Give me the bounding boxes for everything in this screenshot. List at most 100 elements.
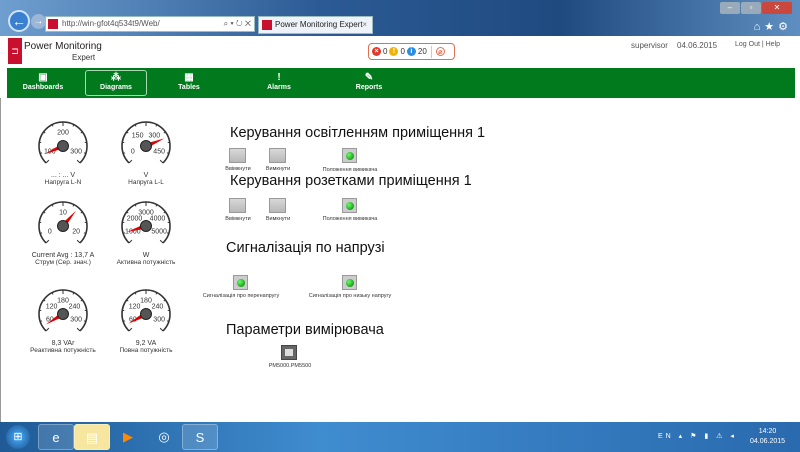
- clock[interactable]: 14:20 04.06.2015: [750, 427, 785, 447]
- maximize-button[interactable]: ▫: [741, 2, 761, 14]
- gauge-tick: [159, 159, 164, 164]
- username: supervisor: [631, 41, 668, 50]
- explorer-taskbar-icon[interactable]: ▤: [74, 424, 110, 450]
- gauge-tick-label: 300: [149, 132, 161, 139]
- gauge-hub: [140, 308, 152, 320]
- overvoltage-indicator: [233, 275, 248, 290]
- gauge-tick-label: 4000: [150, 215, 166, 222]
- nav-alarms[interactable]: ! Alarms: [248, 70, 310, 96]
- low-alarm-count: 20: [417, 46, 427, 56]
- sockets-on-button[interactable]: [229, 198, 246, 213]
- gauge-hub: [140, 220, 152, 232]
- gauge-tick: [40, 152, 43, 154]
- alarm-icon: !: [277, 72, 281, 83]
- gauge-tick: [80, 131, 83, 134]
- url-text: http://win-gfot4q534t9/Web/: [62, 19, 160, 28]
- lighting-off-label: Вимкнути: [265, 166, 291, 172]
- media-player-taskbar-icon[interactable]: ▶: [110, 424, 146, 450]
- ie-taskbar-icon[interactable]: e: [38, 424, 74, 450]
- nav-diagrams[interactable]: ⁂ Diagrams: [85, 70, 147, 96]
- logout-help-links[interactable]: Log Out | Help: [735, 41, 780, 48]
- home-icon[interactable]: ⌂: [754, 21, 765, 33]
- logo-icon: ⊐: [8, 38, 22, 64]
- gauge-tick-label: 200: [57, 130, 69, 137]
- gauge-tick-label: 150: [132, 132, 144, 139]
- skype-taskbar-icon[interactable]: S: [182, 424, 218, 450]
- sockets-status-indicator: [342, 198, 357, 213]
- nav-tables[interactable]: ▦ Tables: [158, 70, 220, 96]
- undervoltage-label: Сигналізація про низьку напругу: [308, 293, 392, 299]
- gauge-tick: [83, 320, 86, 322]
- gauge-tick-label: 2000: [127, 215, 143, 222]
- gauge-label: Повна потужність: [119, 347, 173, 354]
- star-icon[interactable]: ★: [764, 21, 778, 33]
- dashboard-icon: ▣: [38, 72, 48, 83]
- gauge-tick: [128, 239, 133, 244]
- gauge-tick: [76, 159, 81, 164]
- gauge-tick: [123, 152, 126, 154]
- gauge-tick: [128, 327, 133, 332]
- gauge-hub: [57, 140, 69, 152]
- gauge-tick: [159, 327, 164, 332]
- lighting-on-label: Ввімкнути: [225, 166, 251, 172]
- favicon-icon: [262, 20, 272, 30]
- forward-button[interactable]: →: [31, 14, 46, 29]
- address-bar[interactable]: http://win-gfot4q534t9/Web/ ⌕ ▾ ↻ ✕: [45, 16, 255, 32]
- sockets-off-button[interactable]: [269, 198, 286, 213]
- sockets-title: Керування розетками приміщення 1: [230, 173, 472, 189]
- favicon-icon: [48, 19, 58, 29]
- system-tray[interactable]: EN ▴ ⚑ ▮ ⚠ ◂: [658, 432, 737, 440]
- gauge-tick: [43, 131, 46, 134]
- gauge-tick-label: 180: [57, 298, 69, 305]
- gauge-hub: [57, 308, 69, 320]
- gauge-tick: [163, 299, 166, 302]
- lighting-on-button[interactable]: [229, 148, 246, 163]
- alarm-summary[interactable]: × 0 ! 0 i 20 ⌀: [368, 43, 455, 60]
- lighting-off-button[interactable]: [269, 148, 286, 163]
- close-button[interactable]: ✕: [762, 2, 792, 14]
- back-button[interactable]: ←: [8, 10, 30, 32]
- gauge-value: 8,3 VAr: [51, 340, 75, 347]
- browser-chrome: ← → http://win-gfot4q534t9/Web/ ⌕ ▾ ↻ ✕ …: [0, 0, 800, 36]
- high-alarm-icon: ×: [372, 47, 381, 56]
- address-tools[interactable]: ⌕ ▾ ↻ ✕: [224, 17, 251, 31]
- gauge-tick-label: 450: [153, 148, 165, 155]
- gauge-tick: [45, 239, 50, 244]
- minimize-button[interactable]: –: [720, 2, 740, 14]
- gauge-tick: [128, 159, 133, 164]
- gauge-tick: [83, 152, 86, 154]
- gauge-tick: [80, 299, 83, 302]
- gauge-tick-label: 20: [72, 228, 80, 235]
- meter-device-button[interactable]: [281, 345, 297, 360]
- browser-tab[interactable]: Power Monitoring Expert ×: [258, 16, 373, 34]
- gauge-tick: [40, 320, 43, 322]
- gauge-hub: [140, 140, 152, 152]
- gauge-tick: [163, 211, 166, 214]
- overvoltage-label: Сигналізація про перенапругу: [202, 293, 280, 299]
- sockets-off-label: Вимкнути: [265, 216, 291, 222]
- start-button[interactable]: ⊞: [6, 425, 30, 449]
- gauge-tick-label: 5000: [151, 228, 167, 235]
- gauge-tick: [80, 211, 83, 214]
- nav-dashboards[interactable]: ▣ Dashboards: [12, 70, 74, 96]
- brand-title: Power Monitoring: [24, 41, 102, 52]
- medium-alarm-icon: !: [389, 47, 399, 56]
- tab-title: Power Monitoring Expert: [275, 20, 363, 29]
- info-alarm-icon: i: [406, 47, 416, 56]
- apparent-power-gauge: 60 120 180 240 300 9,2 VA Повна потужність: [111, 286, 181, 354]
- active-power-gauge: 1000 2000 3000 4000 5000 W Активна потужність: [111, 198, 181, 266]
- gauge-value: 9,2 VA: [135, 340, 157, 347]
- gear-icon[interactable]: ⚙: [778, 21, 792, 33]
- app-taskbar-icon[interactable]: ◎: [146, 424, 182, 450]
- header-date: 04.06.2015: [677, 41, 718, 50]
- gauge-value: ... : ... V: [50, 172, 76, 179]
- gauge-tick: [76, 239, 81, 244]
- gauge-tick-label: 300: [70, 316, 82, 323]
- sockets-status-label: Положення вимикача: [322, 216, 378, 222]
- nav-reports[interactable]: ✎ Reports: [338, 70, 400, 96]
- mute-icon[interactable]: ⌀: [435, 47, 445, 56]
- current-gauge: 0 10 20 Current Avg : 13,7 A Струм (Сер. зна…: [28, 198, 98, 266]
- gauge-tick-label: 10: [59, 210, 67, 217]
- high-alarm-count: 0: [383, 46, 388, 56]
- tab-close-icon[interactable]: ×: [362, 17, 367, 33]
